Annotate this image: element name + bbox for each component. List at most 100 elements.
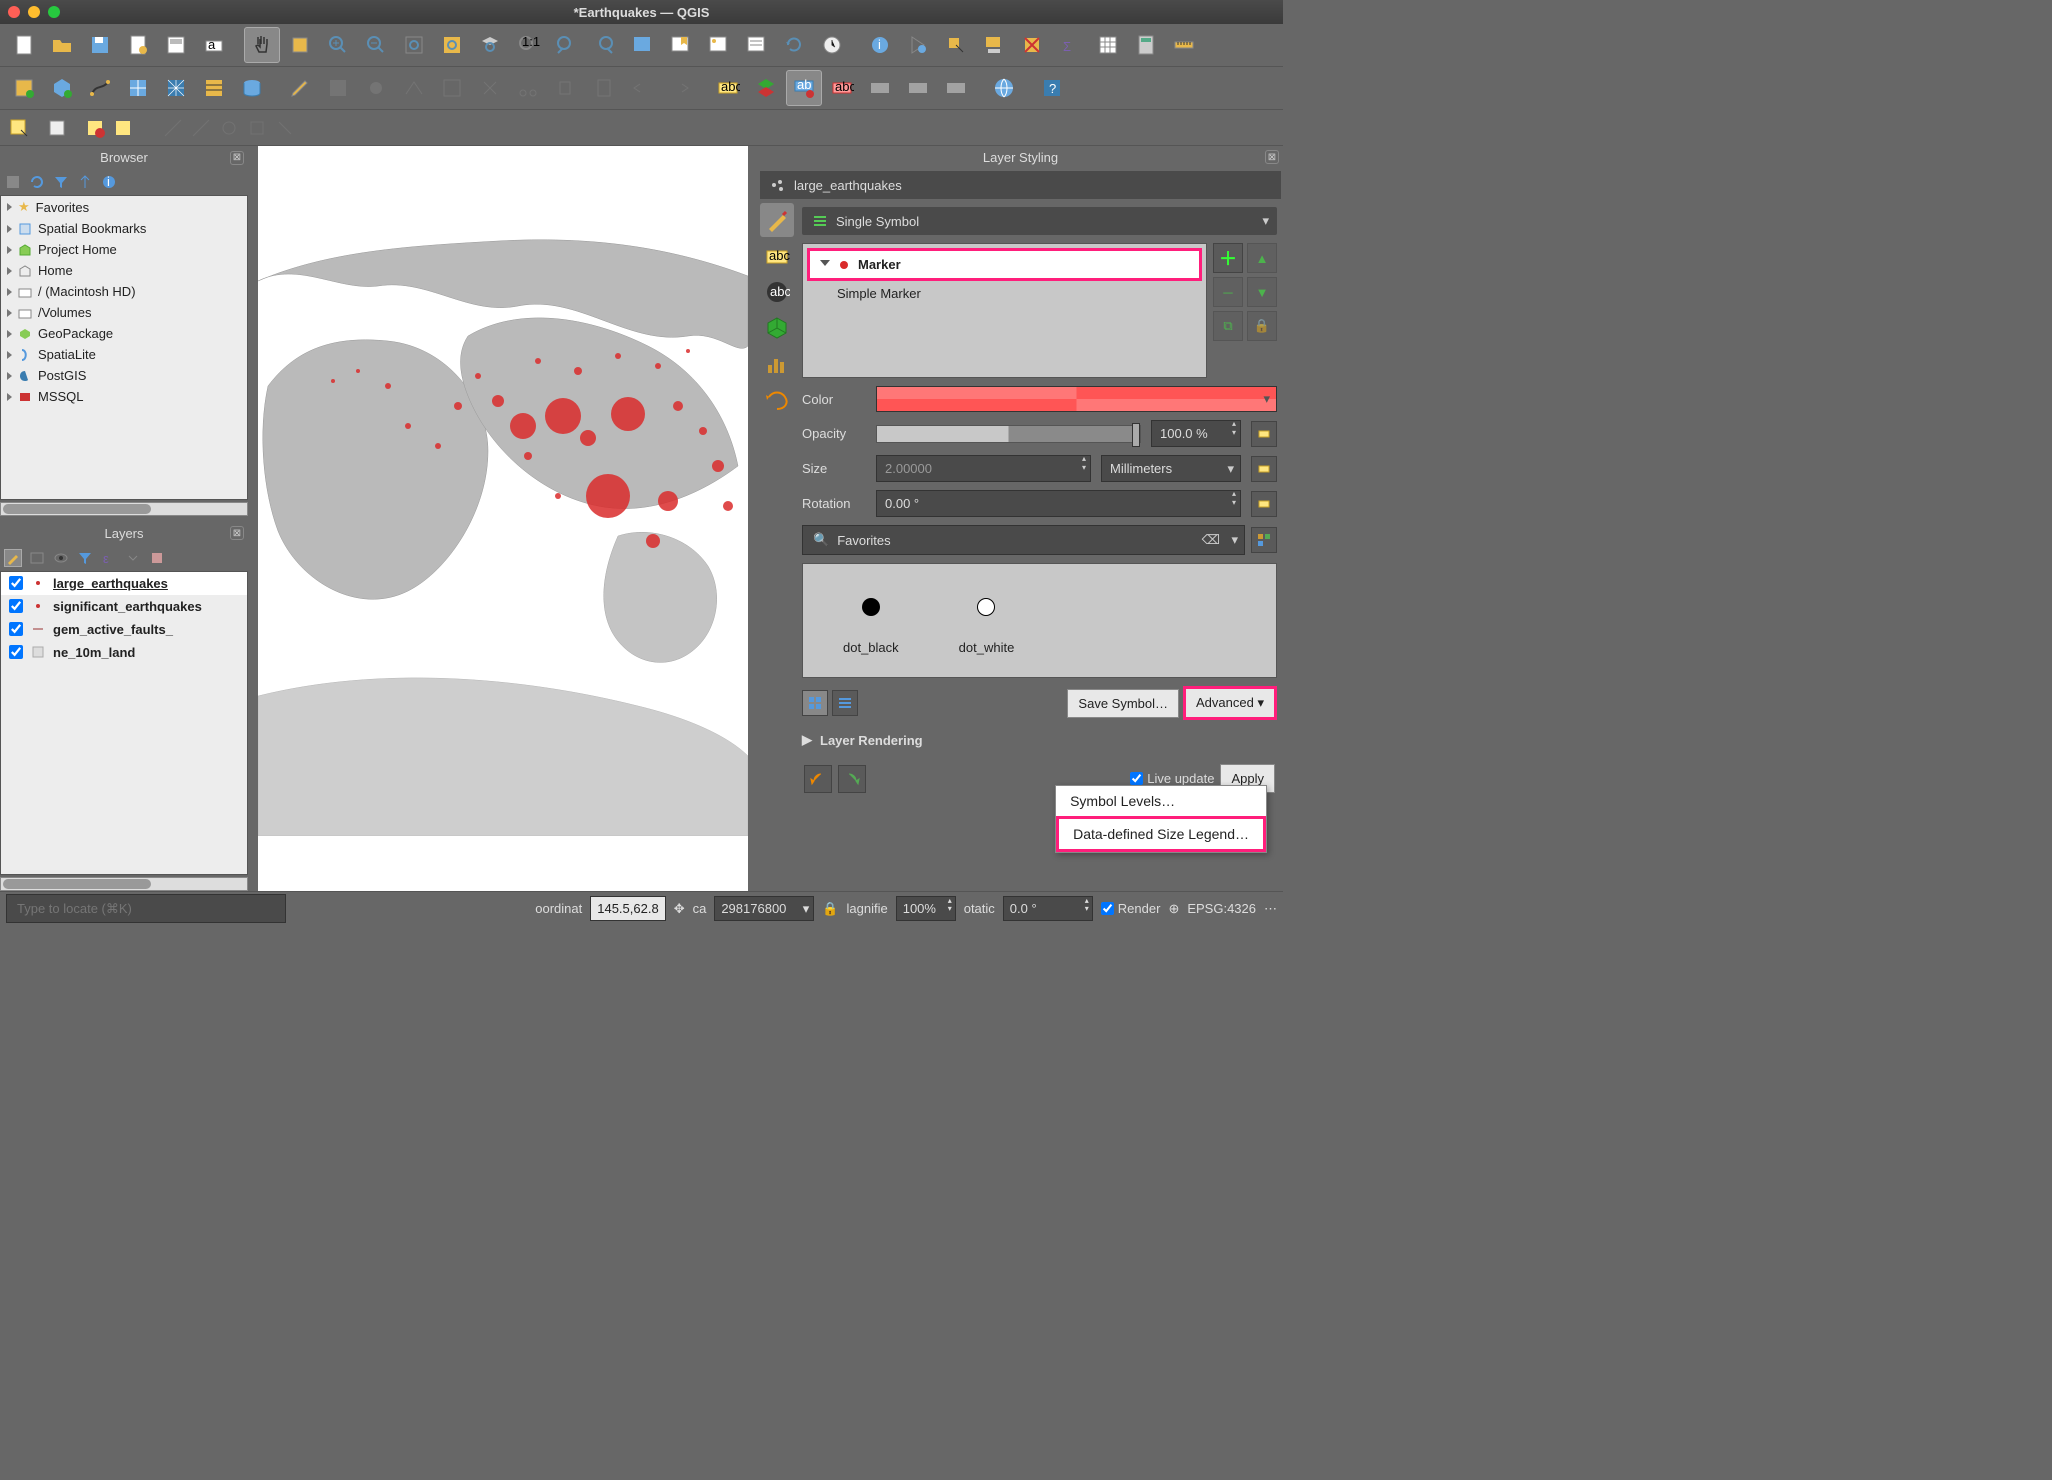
layers-remove-icon[interactable] — [148, 549, 166, 567]
redo-icon[interactable] — [662, 70, 698, 106]
symbol-style-manager-icon[interactable] — [1251, 527, 1277, 553]
layer-styling-close-icon[interactable]: ⊠ — [1265, 150, 1279, 164]
dig1-icon[interactable] — [160, 115, 186, 141]
window-max-btn[interactable] — [48, 6, 60, 18]
virtual-layer-icon[interactable] — [44, 115, 70, 141]
wms-browser-icon[interactable] — [986, 70, 1022, 106]
pan-to-selection-icon[interactable] — [282, 27, 318, 63]
add-delimited-icon[interactable] — [196, 70, 232, 106]
toggle-layer-icon[interactable] — [82, 115, 108, 141]
refresh-icon[interactable] — [776, 27, 812, 63]
layout-manager-icon[interactable] — [158, 27, 194, 63]
identify-icon[interactable]: i — [862, 27, 898, 63]
locator-input[interactable] — [6, 894, 286, 923]
zoom-next-icon[interactable] — [586, 27, 622, 63]
new-geopackage-icon[interactable] — [44, 70, 80, 106]
coord-field[interactable]: 145.5,62.8 — [590, 896, 665, 921]
scale-combo[interactable]: 298176800 — [714, 896, 814, 921]
opacity-spin[interactable]: 100.0 % — [1151, 420, 1241, 447]
add-mesh-icon[interactable] — [158, 70, 194, 106]
redo-style-icon[interactable] — [838, 765, 866, 793]
move-up-button[interactable]: ▲ — [1247, 243, 1277, 273]
temporal-controller-icon[interactable] — [738, 27, 774, 63]
magnifier-spin[interactable]: 100% — [896, 896, 956, 921]
vertex-tool-icon[interactable] — [396, 70, 432, 106]
zoom-full-icon[interactable] — [396, 27, 432, 63]
color-swatch[interactable] — [876, 386, 1277, 412]
remove-symbol-layer-button[interactable]: － — [1213, 277, 1243, 307]
symbol-favorites-search[interactable]: 🔍 Favorites ⌫ — [802, 525, 1245, 555]
edit-pencil-icon[interactable] — [282, 70, 318, 106]
window-min-btn[interactable] — [28, 6, 40, 18]
new-project-icon[interactable] — [6, 27, 42, 63]
dig3-icon[interactable] — [216, 115, 242, 141]
layers-expression-icon[interactable]: ε — [100, 549, 118, 567]
zoom-out-icon[interactable] — [358, 27, 394, 63]
favorite-symbol-item[interactable]: dot_white — [959, 584, 1015, 657]
add-feature-icon[interactable] — [358, 70, 394, 106]
zoom-selection-icon[interactable] — [434, 27, 470, 63]
field-calc-icon[interactable] — [1128, 27, 1164, 63]
label-highlight-icon[interactable]: ab — [786, 70, 822, 106]
browser-refresh-icon[interactable] — [28, 173, 46, 191]
layers-tree[interactable]: large_earthquakes significant_earthquake… — [0, 571, 248, 876]
help-icon[interactable]: ? — [1034, 70, 1070, 106]
symbol-levels-menuitem[interactable]: Symbol Levels… — [1056, 786, 1266, 816]
labels-tab-icon[interactable]: abc — [760, 239, 794, 273]
symbol-tree-simple-marker[interactable]: Simple Marker — [807, 281, 1202, 305]
layer-rendering-toggle[interactable]: ▶ Layer Rendering — [802, 728, 1277, 752]
opacity-dd-icon[interactable] — [1251, 421, 1277, 447]
sigma-icon[interactable]: Σ — [1052, 27, 1088, 63]
browser-props-icon[interactable]: i — [100, 173, 118, 191]
live-update-checkbox[interactable]: Live update — [1130, 771, 1214, 786]
deselect-icon[interactable] — [1014, 27, 1050, 63]
zoom-native-icon[interactable]: 1:1 — [510, 27, 546, 63]
symbol-tree-marker[interactable]: Marker — [807, 248, 1202, 281]
grid-view-icon[interactable] — [802, 690, 828, 716]
layer-checkbox[interactable] — [9, 576, 23, 590]
duplicate-button[interactable]: ⧉ — [1213, 311, 1243, 341]
zoom-layer-icon[interactable] — [472, 27, 508, 63]
add-symbol-layer-button[interactable]: ＋ — [1213, 243, 1243, 273]
symbology-tab-icon[interactable] — [760, 203, 794, 237]
add-vector-icon[interactable] — [82, 70, 118, 106]
browser-close-icon[interactable]: ⊠ — [230, 151, 244, 165]
save-project-icon[interactable] — [82, 27, 118, 63]
move-label-icon[interactable] — [900, 70, 936, 106]
size-unit-combo[interactable]: Millimeters — [1101, 455, 1241, 482]
opacity-slider[interactable] — [876, 425, 1141, 443]
save-symbol-button[interactable]: Save Symbol… — [1067, 689, 1179, 718]
browser-filter-icon[interactable] — [52, 173, 70, 191]
paste-icon[interactable] — [586, 70, 622, 106]
favorite-symbol-item[interactable]: dot_black — [843, 584, 899, 657]
layers-expand-icon[interactable] — [124, 549, 142, 567]
layers-filter-icon[interactable] — [76, 549, 94, 567]
delete-selected-icon[interactable] — [472, 70, 508, 106]
action-icon[interactable] — [900, 27, 936, 63]
symbol-tree[interactable]: Marker Simple Marker — [802, 243, 1207, 378]
advanced-button[interactable]: Advanced ▾ — [1183, 686, 1277, 720]
3d-tab-icon[interactable] — [760, 311, 794, 345]
layers-close-icon[interactable]: ⊠ — [230, 526, 244, 540]
add-postgis-icon[interactable] — [234, 70, 270, 106]
save-edits-icon[interactable] — [320, 70, 356, 106]
crs-button[interactable]: EPSG:4326 — [1187, 901, 1256, 916]
list-view-icon[interactable] — [832, 690, 858, 716]
select-tool-icon[interactable] — [938, 27, 974, 63]
dig2-icon[interactable] — [188, 115, 214, 141]
modify-attrs-icon[interactable] — [434, 70, 470, 106]
label-abc-icon[interactable]: abc — [710, 70, 746, 106]
dig4-icon[interactable] — [244, 115, 270, 141]
new-map-view-icon[interactable] — [624, 27, 660, 63]
map-canvas[interactable] — [258, 146, 748, 891]
window-close-btn[interactable] — [8, 6, 20, 18]
toggle-extents-icon[interactable]: ✥ — [674, 901, 685, 917]
layers-hscroll[interactable] — [0, 877, 248, 891]
lock-scale-icon[interactable]: 🔒 — [822, 901, 838, 917]
rotation-dd-icon[interactable] — [1251, 491, 1277, 517]
masks-tab-icon[interactable]: abc — [760, 275, 794, 309]
browser-collapse-icon[interactable] — [76, 173, 94, 191]
layers-style-icon[interactable] — [4, 549, 22, 567]
history-tab-icon[interactable] — [760, 383, 794, 417]
new-bookmark-icon[interactable] — [662, 27, 698, 63]
